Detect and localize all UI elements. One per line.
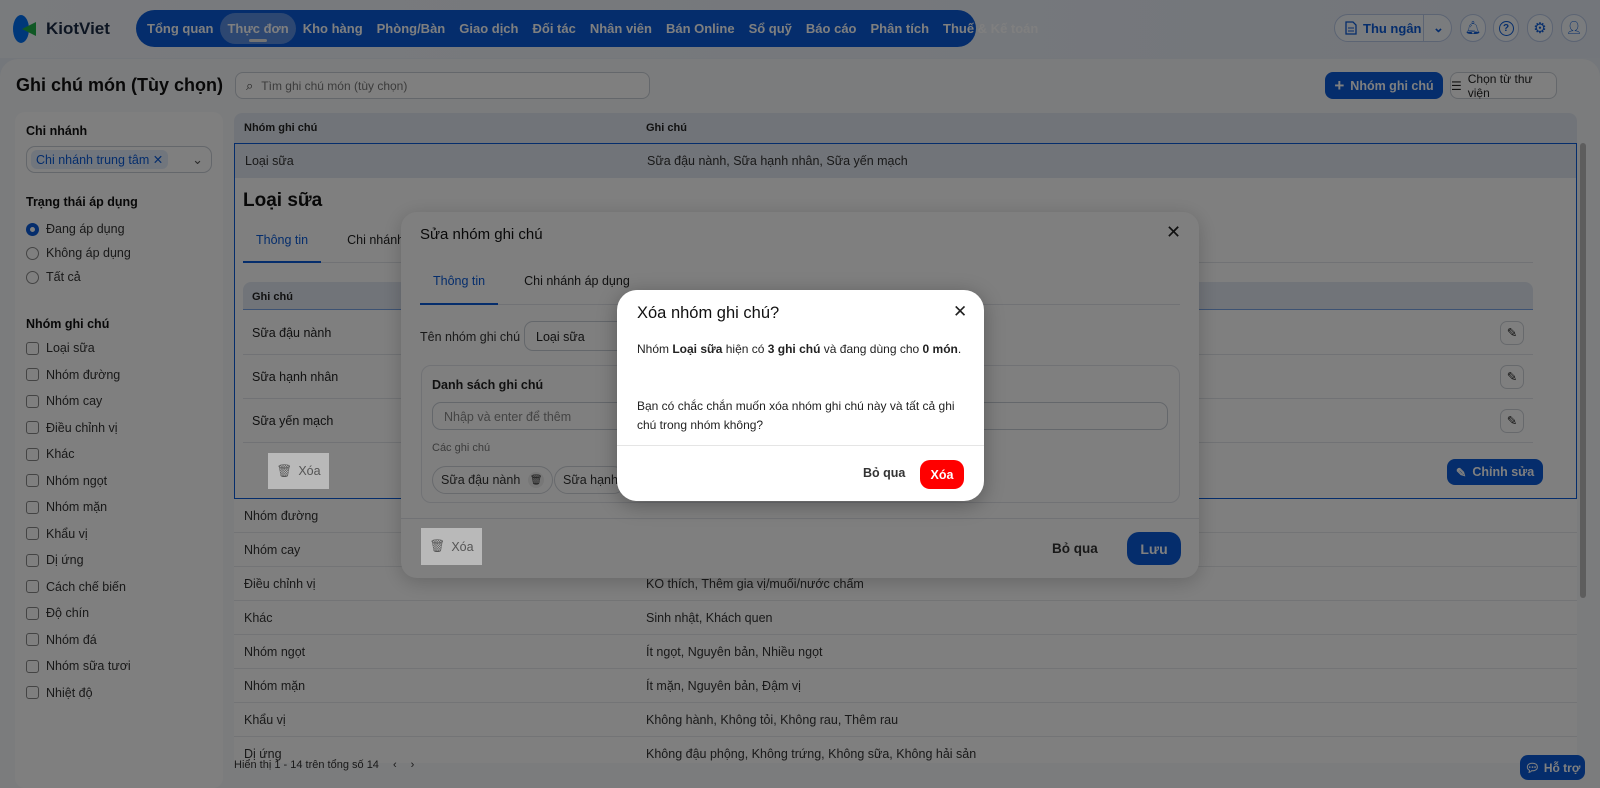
text: và đang dùng cho (820, 342, 923, 356)
modal-delete-button[interactable]: 🗑︎ Xóa (421, 528, 482, 565)
delete-label: Xóa (298, 464, 321, 478)
text: hiện có (722, 342, 768, 356)
confirm-delete-dialog: Xóa nhóm ghi chú? ✕ Nhóm Loại sữa hiện c… (617, 290, 984, 501)
usage-count: 0 món (922, 342, 958, 356)
trash-icon: 🗑︎ (276, 463, 293, 478)
delete-group-button[interactable]: 🗑︎ Xóa (268, 453, 329, 489)
dialog-question: Bạn có chắc chắn muốn xóa nhóm ghi chú n… (637, 399, 955, 432)
dialog-cancel-button[interactable]: Bỏ qua (863, 466, 905, 480)
group-name: Loại sữa (672, 342, 723, 356)
note-count: 3 ghi chú (767, 342, 821, 356)
close-icon[interactable]: ✕ (953, 302, 967, 322)
dialog-confirm-delete-button[interactable]: Xóa (920, 460, 964, 489)
trash-icon: 🗑︎ (429, 539, 446, 553)
text: . (957, 342, 962, 356)
text: Nhóm (637, 342, 673, 356)
delete-label: Xóa (451, 539, 474, 554)
dialog-title: Xóa nhóm ghi chú? (637, 304, 780, 322)
dialog-divider (617, 445, 984, 446)
dialog-message: Nhóm Loại sữa hiện có 3 ghi chú và đang … (637, 340, 967, 359)
